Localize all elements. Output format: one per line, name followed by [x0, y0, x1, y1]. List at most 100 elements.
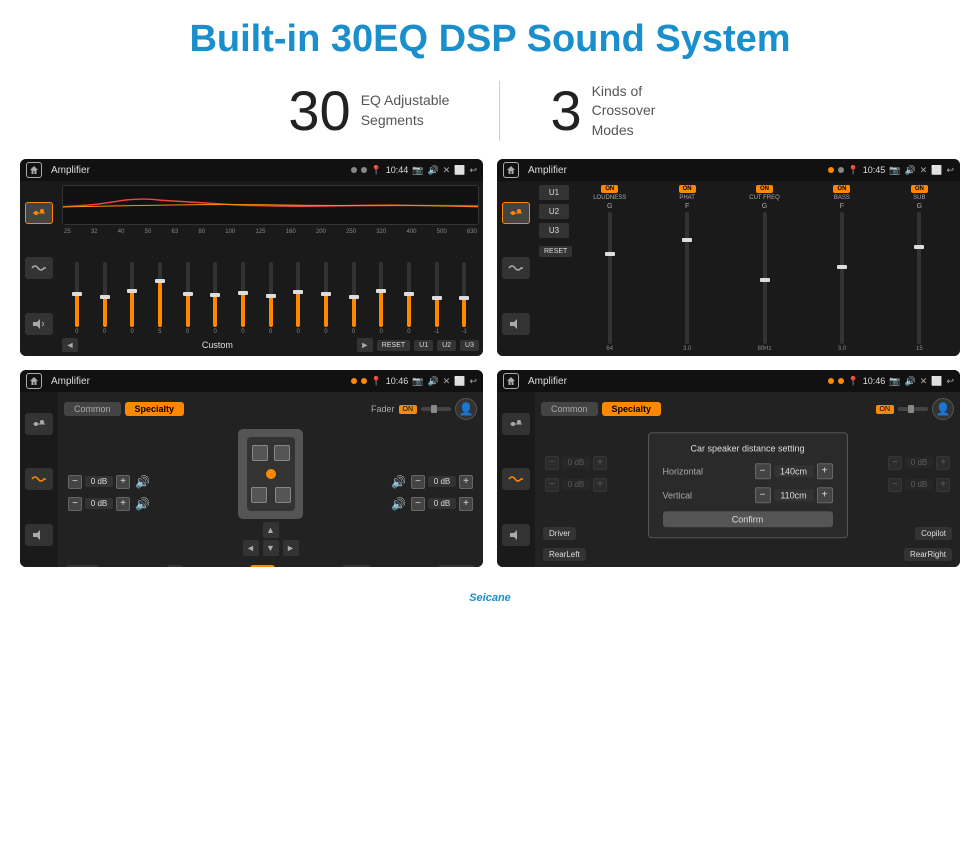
confirm-button[interactable]: Confirm: [663, 511, 833, 527]
nav-up-btn[interactable]: ▲: [263, 522, 279, 538]
dist-rl-plus[interactable]: +: [593, 478, 607, 492]
xover-screen-body: U1 U2 U3 RESET ON LOUDNESS G 64: [497, 181, 960, 356]
dist-window-icon[interactable]: ⬜: [931, 376, 942, 387]
xover-u3-btn[interactable]: U3: [539, 223, 569, 238]
dist-time: 10:46: [863, 376, 886, 386]
dist-copilot-btn[interactable]: Copilot: [915, 527, 952, 540]
xover-u1-btn[interactable]: U1: [539, 185, 569, 200]
spec-tab-common[interactable]: Common: [64, 402, 121, 416]
sidebar-vol-btn[interactable]: [25, 313, 53, 335]
spec-sidebar-eq-btn[interactable]: [25, 413, 53, 435]
dialog-horizontal-minus[interactable]: −: [755, 463, 771, 479]
dist-sidebar-wave-btn[interactable]: [502, 468, 530, 490]
eq-slider-13: 0: [396, 262, 422, 335]
close-icon[interactable]: ✕: [443, 165, 451, 176]
back-icon[interactable]: ↩: [469, 165, 477, 176]
dist-rr-minus[interactable]: −: [888, 478, 902, 492]
spec-sidebar-vol-btn[interactable]: [25, 524, 53, 546]
spec-fr-minus[interactable]: −: [411, 475, 425, 489]
xover-sidebar-wave-btn[interactable]: [502, 257, 530, 279]
xover-cutfreq-slider[interactable]: [763, 212, 767, 344]
dist-sidebar-eq-btn[interactable]: [502, 413, 530, 435]
eq-prev-btn[interactable]: ◄: [62, 338, 78, 352]
xover-reset-btn[interactable]: RESET: [539, 246, 572, 257]
nav-left-btn[interactable]: ◄: [243, 540, 259, 556]
spec-fl-plus[interactable]: +: [116, 475, 130, 489]
dist-home-icon[interactable]: [503, 373, 519, 389]
spec-fr-plus[interactable]: +: [459, 475, 473, 489]
spec-home-icon[interactable]: [26, 373, 42, 389]
eq-sliders-row: 0 0 0: [62, 238, 479, 335]
dist-profile-btn[interactable]: 👤: [932, 398, 954, 420]
spec-window-icon[interactable]: ⬜: [454, 376, 465, 387]
spec-driver-btn[interactable]: Driver: [66, 565, 99, 567]
xover-cutfreq-header: ON: [756, 185, 773, 193]
spec-rl-minus[interactable]: −: [68, 497, 82, 511]
dist-back-icon[interactable]: ↩: [946, 376, 954, 387]
spec-copilot-btn[interactable]: Copilot: [438, 565, 475, 567]
xover-window-icon[interactable]: ⬜: [931, 165, 942, 176]
eq-status-bar: Amplifier 📍 10:44 📷 🔊 ✕ ⬜ ↩: [20, 159, 483, 181]
xover-home-icon[interactable]: [503, 162, 519, 178]
dist-tab-common[interactable]: Common: [541, 402, 598, 416]
xover-close-icon[interactable]: ✕: [920, 165, 928, 176]
spec-rr-plus[interactable]: +: [459, 497, 473, 511]
sidebar-wave-btn[interactable]: [25, 257, 53, 279]
dist-fl-plus[interactable]: +: [593, 456, 607, 470]
dist-fr-plus[interactable]: +: [936, 456, 950, 470]
dist-rl-minus[interactable]: −: [545, 478, 559, 492]
eq-slider-6: 0: [202, 262, 228, 335]
eq-u1-btn[interactable]: U1: [414, 340, 433, 351]
xover-sub-slider[interactable]: [917, 212, 921, 344]
spec-sidebar-wave-btn[interactable]: [25, 468, 53, 490]
spec-all-btn[interactable]: All: [250, 565, 275, 567]
dist-tab-specialty[interactable]: Specialty: [602, 402, 662, 416]
spec-close-icon[interactable]: ✕: [443, 376, 451, 387]
dist-rearleft-btn[interactable]: RearLeft: [543, 548, 586, 561]
xover-bass-header: ON: [833, 185, 850, 193]
dist-dot: [828, 378, 834, 384]
dist-sidebar-vol-btn[interactable]: [502, 524, 530, 546]
dist-screen-title: Amplifier: [524, 376, 823, 387]
eq-u2-btn[interactable]: U2: [437, 340, 456, 351]
xover-status-bar: Amplifier 📍 10:45 📷 🔊 ✕ ⬜ ↩: [497, 159, 960, 181]
xover-volume-icon: 🔊: [904, 165, 915, 176]
dist-fl-minus[interactable]: −: [545, 456, 559, 470]
spec-user-btn[interactable]: User: [342, 565, 371, 567]
eq-next-btn[interactable]: ►: [357, 338, 373, 352]
freq-100: 100: [225, 229, 235, 235]
xover-phat-slider[interactable]: [685, 212, 689, 344]
eq-val-1: 0: [75, 329, 78, 335]
dist-driver-btn[interactable]: Driver: [543, 527, 576, 540]
nav-right-btn[interactable]: ►: [283, 540, 299, 556]
xover-back-icon[interactable]: ↩: [946, 165, 954, 176]
dialog-vertical-minus[interactable]: −: [755, 487, 771, 503]
nav-down-btn[interactable]: ▼: [263, 540, 279, 556]
sidebar-eq-btn[interactable]: [25, 202, 53, 224]
xover-sidebar-vol-btn[interactable]: [502, 313, 530, 335]
xover-bass-slider[interactable]: [840, 212, 844, 344]
dist-fr-minus[interactable]: −: [888, 456, 902, 470]
home-icon[interactable]: [26, 162, 42, 178]
dialog-vertical-plus[interactable]: +: [817, 487, 833, 503]
spec-profile-btn[interactable]: 👤: [455, 398, 477, 420]
eq-reset-btn[interactable]: RESET: [377, 340, 410, 351]
spec-rl-plus[interactable]: +: [116, 497, 130, 511]
eq-track-1[interactable]: [75, 262, 79, 327]
freq-630: 630: [467, 229, 477, 235]
xover-u2-btn[interactable]: U2: [539, 204, 569, 219]
xover-loudness-slider[interactable]: [608, 212, 612, 344]
dialog-horizontal-plus[interactable]: +: [817, 463, 833, 479]
spec-back-icon[interactable]: ↩: [469, 376, 477, 387]
dist-rr-plus[interactable]: +: [936, 478, 950, 492]
xover-phat-val: 3.0: [683, 346, 691, 352]
spec-fl-minus[interactable]: −: [68, 475, 82, 489]
eq-u3-btn[interactable]: U3: [460, 340, 479, 351]
spec-rr-minus[interactable]: −: [411, 497, 425, 511]
window-icon[interactable]: ⬜: [454, 165, 465, 176]
dialog-vertical-val: 110cm: [774, 489, 814, 501]
spec-tab-specialty[interactable]: Specialty: [125, 402, 185, 416]
dist-rearright-btn[interactable]: RearRight: [904, 548, 952, 561]
dist-close-icon[interactable]: ✕: [920, 376, 928, 387]
xover-sidebar-eq-btn[interactable]: [502, 202, 530, 224]
